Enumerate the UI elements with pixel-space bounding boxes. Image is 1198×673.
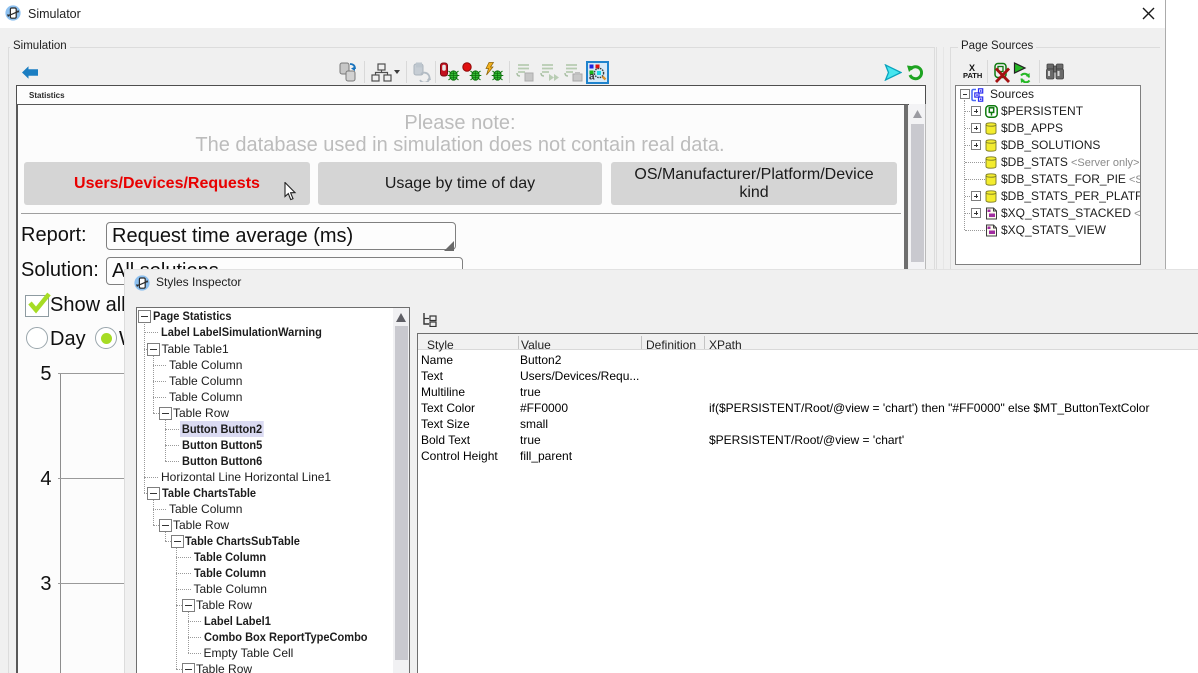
svg-text:a: a: [589, 72, 595, 83]
